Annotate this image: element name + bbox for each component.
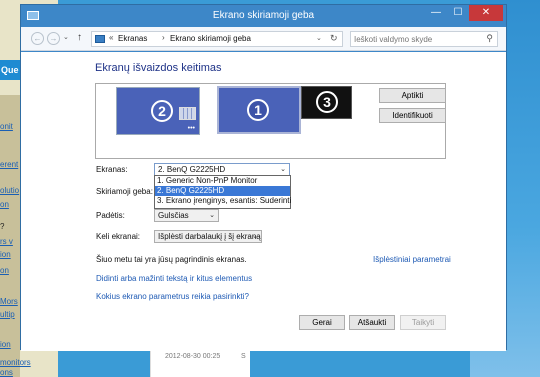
monitor-number: 2 (151, 100, 173, 122)
chevron-down-icon: ⌄ (209, 212, 215, 219)
background-flag: S (241, 353, 246, 360)
advanced-settings-link[interactable]: Išplėstiniai parametrai (373, 255, 451, 264)
monitor-1[interactable]: 1 (217, 86, 301, 134)
back-arrow-icon[interactable]: ← (31, 32, 44, 45)
up-arrow-icon[interactable]: ↑ (77, 32, 82, 43)
monitor-3[interactable]: 3 (301, 86, 352, 119)
display-select-value: 2. BenQ G2225HD (158, 165, 226, 174)
background-link[interactable]: rs v (0, 237, 13, 246)
forward-arrow-icon[interactable]: → (47, 32, 60, 45)
orientation-select-value: Gulsčias (158, 211, 189, 220)
resolution-label: Skiriamoji geba: (96, 187, 153, 196)
address-toolbar: ← → ⌄ ↑ « Ekranas › Ekrano skiriamoji ge… (21, 27, 506, 51)
control-panel-icon (95, 35, 105, 43)
display-label: Ekranas: (96, 165, 128, 174)
close-button[interactable]: ✕ (469, 5, 503, 21)
page-title: Ekranų išvaizdos keitimas (95, 62, 222, 74)
detect-button[interactable]: Aptikti (379, 88, 446, 103)
apply-button[interactable]: Taikyti (400, 315, 446, 330)
multiple-displays-select[interactable]: Išplėsti darbalaukį į šį ekraną ⌄ (154, 230, 262, 243)
screen-resolution-window: Ekrano skiriamoji geba — ☐ ✕ ← → ⌄ ↑ « E… (20, 4, 507, 351)
background-link[interactable]: ion (0, 250, 11, 259)
background-link[interactable]: olutio (0, 186, 19, 195)
background-link[interactable]: monitors (0, 358, 31, 367)
content-pane: Ekranų išvaizdos keitimas 2 ••• 1 3 Apti… (21, 52, 506, 351)
multiple-displays-value: Išplėsti darbalaukį į šį ekraną (158, 232, 261, 241)
orientation-select[interactable]: Gulsčias ⌄ (154, 209, 219, 222)
background-link[interactable]: ultip (0, 310, 15, 319)
dropdown-option[interactable]: 1. Generic Non-PnP Monitor (155, 176, 290, 186)
background-link[interactable]: on (0, 266, 9, 275)
breadcrumb-resolution[interactable]: Ekrano skiriamoji geba (170, 34, 251, 43)
identify-button[interactable]: Identifikuoti (379, 108, 446, 123)
address-bar[interactable]: « Ekranas › Ekrano skiriamoji geba ⌄ ↻ (91, 31, 343, 47)
text-size-link[interactable]: Didinti arba mažinti tekstą ir kitus ele… (96, 274, 252, 283)
which-settings-link[interactable]: Kokius ekrano parametrus reikia pasirink… (96, 292, 249, 301)
monitor-number: 1 (247, 99, 269, 121)
recent-locations-button[interactable]: ⌄ (63, 33, 69, 41)
display-dropdown-list: 1. Generic Non-PnP Monitor 2. BenQ G2225… (154, 175, 291, 209)
chevron-down-icon[interactable]: ⌄ (316, 34, 322, 42)
search-box[interactable]: ⚲ (350, 31, 498, 47)
minimize-button[interactable]: — (425, 5, 447, 21)
dots-icon: ••• (187, 125, 195, 132)
background-link[interactable]: ion (0, 340, 11, 349)
cancel-button[interactable]: Atšaukti (349, 315, 395, 330)
breadcrumb-ekranas[interactable]: Ekranas (118, 34, 147, 43)
monitor-2[interactable]: 2 ••• (116, 87, 200, 135)
search-input[interactable] (354, 33, 480, 45)
background-link[interactable]: ons (0, 368, 13, 377)
multiple-displays-label: Keli ekranai: (96, 232, 141, 241)
maximize-button[interactable]: ☐ (447, 5, 469, 21)
background-timestamp: 2012-08-30 00:25 (165, 353, 221, 360)
dropdown-option-selected[interactable]: 2. BenQ G2225HD (155, 186, 290, 196)
orientation-label: Padėtis: (96, 211, 125, 220)
primary-display-info: Šiuo metu tai yra jūsų pagrindinis ekran… (96, 255, 247, 264)
refresh-icon[interactable]: ↻ (330, 33, 338, 44)
background-link[interactable]: onit (0, 122, 13, 131)
search-icon[interactable]: ⚲ (486, 33, 493, 44)
breadcrumb-overflow[interactable]: « (109, 33, 113, 42)
dropdown-option[interactable]: 3. Ekrano įrenginys, esantis: Suderinti (155, 196, 291, 206)
background-link[interactable]: erent (0, 160, 18, 169)
title-bar[interactable]: Ekrano skiriamoji geba — ☐ ✕ (21, 5, 506, 27)
monitor-number: 3 (316, 91, 338, 113)
chevron-down-icon: ⌄ (280, 166, 286, 173)
ok-button[interactable]: Gerai (299, 315, 345, 330)
background-link[interactable]: Mors (0, 297, 18, 306)
background-strip (0, 95, 20, 377)
background-text: ? (0, 222, 5, 231)
background-link[interactable]: on (0, 200, 9, 209)
breadcrumb-separator[interactable]: › (162, 33, 165, 42)
background-header: Que (0, 60, 20, 80)
chevron-down-icon: ⌄ (252, 233, 258, 240)
monitor-thumbnail (179, 107, 196, 120)
